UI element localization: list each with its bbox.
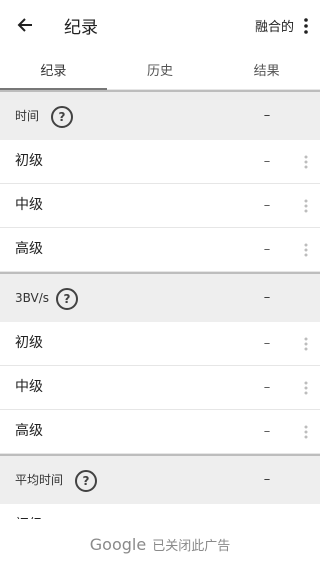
section-header-3bvs: 3BV/s ? – [0,272,320,322]
overflow-menu-button[interactable] [300,14,312,38]
list-item[interactable]: 中级 – [0,366,320,410]
google-logo: Google [89,534,147,554]
records-list: 时间 ? – 初级 – 中级 – 高级 – 3BV/s ? – 初级 – 中级 … [0,90,320,548]
record-value: – [263,424,271,439]
more-vert-icon[interactable] [300,196,312,216]
more-vert-icon[interactable] [300,334,312,354]
help-icon[interactable]: ? [51,106,73,128]
more-vert-icon[interactable] [300,240,312,260]
help-icon[interactable]: ? [56,288,78,310]
section-value: – [263,472,271,487]
more-vert-icon [304,18,308,34]
ad-closed-text: 已关闭此广告 [152,538,231,554]
section-label: 3BV/s [15,291,50,305]
tab-history[interactable]: 历史 [107,50,214,89]
list-item[interactable]: 初级 – [0,322,320,366]
level-label: 中级 [15,197,43,213]
tab-results[interactable]: 结果 [213,50,320,89]
tab-bar: 纪录 历史 结果 [0,50,320,90]
page-title: 纪录 [64,18,98,38]
section-value: – [263,290,271,305]
section-header-average-time: 平均时间 ? – [0,454,320,504]
back-button[interactable] [12,12,38,38]
app-bar: 纪录 融合的 [0,0,320,50]
level-label: 初级 [15,153,43,169]
record-value: – [263,336,271,351]
board-selector[interactable]: 融合的 [255,16,294,35]
arrow-left-icon [17,18,32,32]
list-item[interactable]: 中级 – [0,184,320,228]
tab-records[interactable]: 纪录 [0,50,107,90]
level-label: 高级 [15,241,43,257]
more-vert-icon[interactable] [300,378,312,398]
list-item[interactable]: 高级 – [0,410,320,454]
section-label: 平均时间 [15,473,64,487]
level-label: 高级 [15,423,43,439]
ad-banner: Google 已关闭此广告 [0,519,320,569]
level-label: 初级 [15,335,43,351]
section-label: 时间 [15,109,40,123]
section-value: – [263,108,271,123]
more-vert-icon[interactable] [300,152,312,172]
record-value: – [263,198,271,213]
more-vert-icon[interactable] [300,422,312,442]
record-value: – [263,154,271,169]
section-header-time: 时间 ? – [0,90,320,140]
record-value: – [263,380,271,395]
record-value: – [263,242,271,257]
level-label: 中级 [15,379,43,395]
help-icon[interactable]: ? [75,470,97,492]
list-item[interactable]: 初级 – [0,140,320,184]
list-item[interactable]: 高级 – [0,228,320,272]
